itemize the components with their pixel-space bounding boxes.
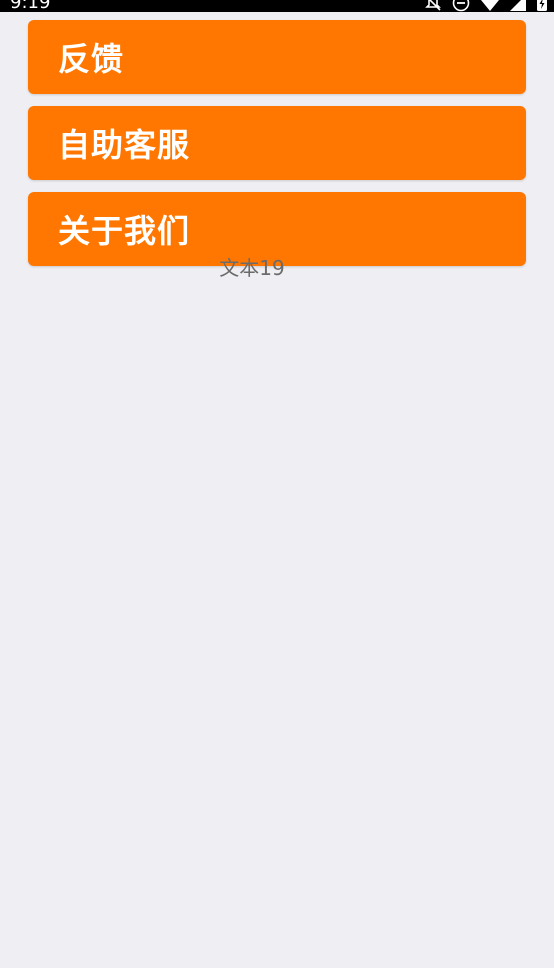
wifi-icon (480, 0, 500, 12)
signal-icon (510, 0, 526, 12)
status-bar: 9:19 (0, 0, 554, 12)
caption-text: 文本19 (219, 256, 285, 280)
notifications-off-icon (424, 0, 442, 12)
self-service-button[interactable]: 自助客服 (28, 106, 526, 180)
status-icons (424, 0, 548, 12)
self-service-label: 自助客服 (58, 126, 191, 164)
status-time: 9:19 (10, 0, 51, 12)
menu-list: 反馈 自助客服 关于我们 (28, 20, 526, 278)
battery-charging-icon (536, 0, 548, 12)
feedback-button[interactable]: 反馈 (28, 20, 526, 94)
about-us-label: 关于我们 (58, 212, 191, 250)
feedback-label: 反馈 (58, 40, 125, 78)
do-not-disturb-icon (452, 0, 470, 12)
